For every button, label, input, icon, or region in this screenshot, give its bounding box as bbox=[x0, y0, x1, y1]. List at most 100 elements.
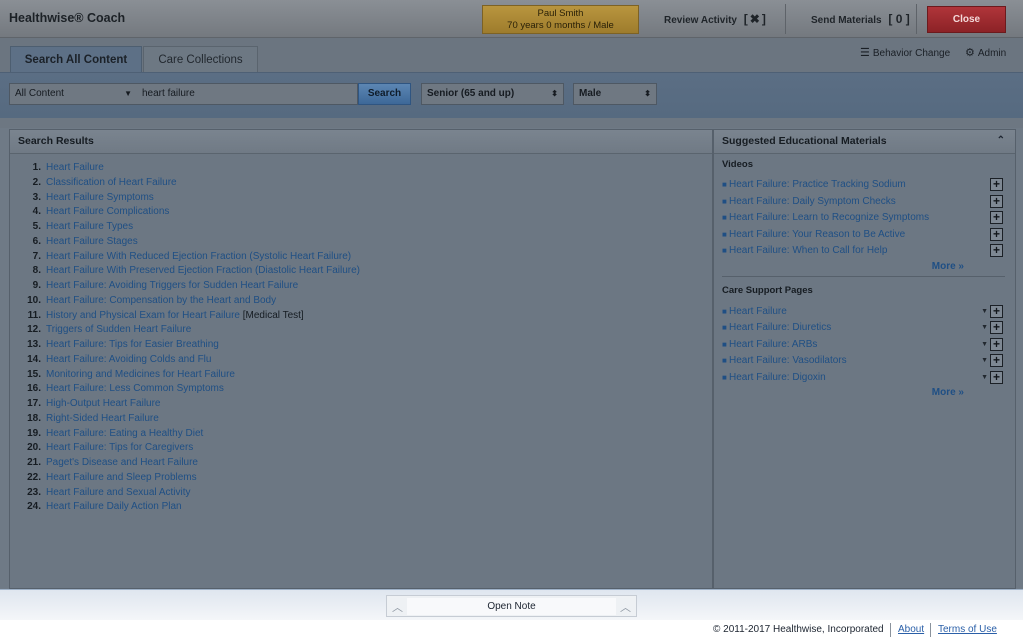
add-plus-icon[interactable]: + bbox=[990, 304, 1003, 318]
close-button[interactable]: Close bbox=[927, 6, 1006, 33]
video-link[interactable]: Heart Failure: Learn to Recognize Sympto… bbox=[729, 212, 929, 223]
search-results-panel: Search Results 1. Heart Failure 2. Classifi… bbox=[9, 129, 713, 589]
result-number: 18. bbox=[27, 412, 41, 424]
dropdown-arrow-icon[interactable]: ▼ bbox=[981, 370, 988, 387]
result-number: 19. bbox=[27, 427, 41, 439]
video-link[interactable]: Heart Failure: Your Reason to Be Active bbox=[729, 229, 905, 240]
result-link[interactable]: Heart Failure Stages bbox=[46, 236, 138, 247]
patient-badge[interactable]: Paul Smith 70 years 0 months / Male bbox=[482, 5, 639, 34]
add-plus-icon[interactable]: + bbox=[990, 370, 1003, 384]
dropdown-arrow-icon[interactable]: ▼ bbox=[981, 353, 988, 370]
add-plus-icon[interactable]: + bbox=[990, 178, 1003, 191]
review-activity-button[interactable]: Review Activity [✖] bbox=[664, 12, 768, 26]
result-item: 9. Heart Failure: Avoiding Triggers for S… bbox=[22, 279, 712, 294]
add-plus-icon[interactable]: + bbox=[990, 354, 1003, 367]
result-number: 1. bbox=[32, 162, 41, 173]
video-item: ■ Heart Failure: Your Reason to Be Active… bbox=[722, 227, 1015, 244]
result-tag: [Medical Test] bbox=[242, 309, 304, 321]
bullet-icon: ■ bbox=[722, 229, 727, 239]
video-link[interactable]: Heart Failure: When to Call for Help bbox=[729, 245, 887, 256]
result-link[interactable]: Heart Failure and Sleep Problems bbox=[46, 472, 197, 483]
result-number: 13. bbox=[27, 339, 41, 350]
add-plus-icon[interactable]: + bbox=[990, 211, 1003, 224]
result-link[interactable]: Heart Failure: Tips for Caregivers bbox=[46, 442, 193, 453]
dropdown-arrow-icon[interactable]: ▼ bbox=[981, 337, 988, 354]
collapse-chevron-icon[interactable]: ⌃ bbox=[997, 135, 1005, 146]
dropdown-arrow-icon[interactable]: ▼ bbox=[981, 304, 988, 321]
terms-of-use-link[interactable]: Terms of Use bbox=[938, 624, 997, 635]
result-link[interactable]: Heart Failure bbox=[46, 162, 104, 173]
result-number: 22. bbox=[27, 471, 41, 483]
video-item: ■ Heart Failure: Daily Symptom Checks + bbox=[722, 194, 1015, 211]
chevron-up-icon[interactable]: ︿ bbox=[620, 599, 631, 615]
add-plus-icon[interactable]: + bbox=[990, 321, 1003, 334]
result-link[interactable]: Heart Failure Types bbox=[46, 221, 133, 232]
app-title: Healthwise® Coach bbox=[9, 11, 126, 25]
result-number: 10. bbox=[27, 294, 41, 306]
age-filter-value: Senior (65 and up) bbox=[427, 88, 515, 99]
video-link[interactable]: Heart Failure: Practice Tracking Sodium bbox=[729, 179, 906, 190]
content-filter-select[interactable]: All Content ▼ bbox=[9, 83, 138, 105]
result-link[interactable]: Heart Failure Complications bbox=[46, 206, 169, 217]
send-materials-button[interactable]: Send Materials [ 0 ] bbox=[811, 12, 910, 26]
suggested-materials-heading: Suggested Educational Materials bbox=[714, 130, 1015, 154]
care-support-link[interactable]: Heart Failure: Diuretics bbox=[729, 322, 831, 333]
add-plus-icon[interactable]: + bbox=[990, 194, 1003, 208]
result-number: 12. bbox=[27, 324, 41, 336]
result-link[interactable]: Heart Failure: Less Common Symptoms bbox=[46, 383, 224, 394]
tab-search-all-content[interactable]: Search All Content bbox=[10, 46, 142, 72]
care-support-item: ■ Heart Failure: Diuretics ▼ + bbox=[722, 320, 1015, 337]
result-number: 23. bbox=[27, 486, 41, 498]
care-support-link[interactable]: Heart Failure: ARBs bbox=[729, 339, 817, 350]
result-link[interactable]: Heart Failure: Avoiding Colds and Flu bbox=[46, 354, 211, 365]
result-link[interactable]: Heart Failure With Reduced Ejection Frac… bbox=[46, 251, 351, 262]
care-more-link[interactable]: More » bbox=[714, 386, 1015, 400]
search-input[interactable]: heart failure bbox=[137, 83, 358, 105]
care-support-link[interactable]: Heart Failure bbox=[729, 306, 787, 317]
about-link[interactable]: About bbox=[898, 624, 924, 635]
add-plus-icon[interactable]: + bbox=[990, 337, 1003, 351]
result-link[interactable]: Heart Failure With Preserved Ejection Fr… bbox=[46, 265, 360, 276]
result-link[interactable]: Monitoring and Medicines for Heart Failu… bbox=[46, 369, 235, 380]
result-link[interactable]: Heart Failure Symptoms bbox=[46, 192, 154, 203]
videos-title: Videos bbox=[722, 159, 753, 170]
send-materials-label: Send Materials bbox=[811, 15, 882, 26]
care-support-link[interactable]: Heart Failure: Digoxin bbox=[729, 372, 826, 383]
behavior-change-link[interactable]: ☰ Behavior Change bbox=[860, 46, 950, 59]
videos-more-link[interactable]: More » bbox=[714, 260, 1015, 274]
chevron-up-icon[interactable]: ︿ bbox=[392, 599, 403, 615]
tab-care-collections[interactable]: Care Collections bbox=[143, 46, 258, 72]
open-note-control[interactable]: ︿ Open Note ︿ bbox=[386, 595, 637, 617]
result-number: 2. bbox=[32, 176, 41, 188]
admin-link[interactable]: ⚙ Admin bbox=[965, 46, 1006, 59]
age-filter-select[interactable]: Senior (65 and up) ⬍ bbox=[421, 83, 564, 105]
care-support-link[interactable]: Heart Failure: Vasodilators bbox=[729, 355, 847, 366]
result-link[interactable]: Heart Failure: Avoiding Triggers for Sud… bbox=[46, 280, 298, 291]
result-link[interactable]: Right-Sided Heart Failure bbox=[46, 413, 159, 424]
result-link[interactable]: Heart Failure and Sexual Activity bbox=[46, 487, 191, 498]
result-link[interactable]: Heart Failure Daily Action Plan bbox=[46, 501, 182, 512]
gender-filter-select[interactable]: Male ⬍ bbox=[573, 83, 657, 105]
divider bbox=[890, 623, 891, 637]
result-item: 15. Monitoring and Medicines for Heart Fa… bbox=[22, 368, 712, 383]
result-number: 14. bbox=[27, 353, 41, 365]
search-button[interactable]: Search bbox=[358, 83, 411, 105]
open-note-button[interactable]: Open Note bbox=[407, 598, 616, 615]
dropdown-arrow-icon[interactable]: ▼ bbox=[981, 320, 988, 337]
bullet-icon: ■ bbox=[722, 196, 727, 206]
result-link[interactable]: Heart Failure: Eating a Healthy Diet bbox=[46, 428, 203, 439]
add-plus-icon[interactable]: + bbox=[990, 227, 1003, 241]
result-link[interactable]: Classification of Heart Failure bbox=[46, 177, 177, 188]
video-link[interactable]: Heart Failure: Daily Symptom Checks bbox=[729, 196, 896, 207]
result-link[interactable]: Heart Failure: Compensation by the Heart… bbox=[46, 295, 276, 306]
bullet-icon: ■ bbox=[722, 339, 727, 349]
result-item: 17. High-Output Heart Failure bbox=[22, 397, 712, 412]
care-support-item: ■ Heart Failure: Vasodilators ▼ + bbox=[722, 353, 1015, 370]
result-link[interactable]: Heart Failure: Tips for Easier Breathing bbox=[46, 339, 219, 350]
result-link[interactable]: Triggers of Sudden Heart Failure bbox=[46, 324, 191, 335]
result-link[interactable]: High-Output Heart Failure bbox=[46, 398, 161, 409]
result-link[interactable]: History and Physical Exam for Heart Fail… bbox=[46, 310, 240, 321]
bullet-icon: ■ bbox=[722, 306, 727, 316]
add-plus-icon[interactable]: + bbox=[990, 244, 1003, 257]
result-link[interactable]: Paget's Disease and Heart Failure bbox=[46, 457, 198, 468]
